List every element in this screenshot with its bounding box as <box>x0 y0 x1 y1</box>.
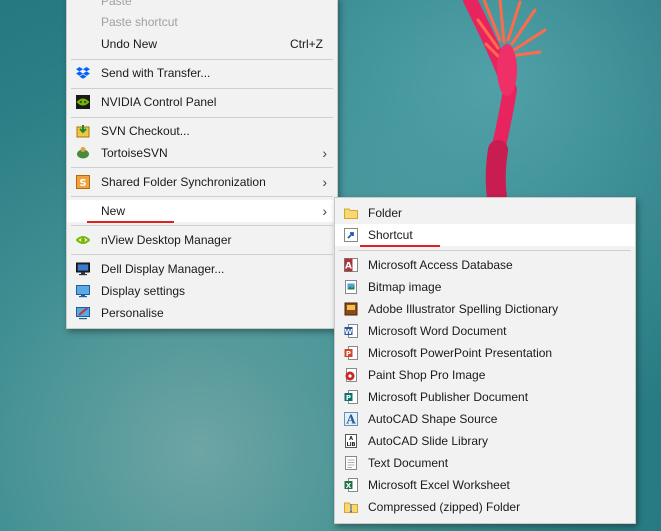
menu-separator <box>71 59 333 60</box>
svg-text:P: P <box>346 394 351 402</box>
svg-text:X: X <box>346 482 352 490</box>
autocad-shape-icon: A <box>344 412 358 426</box>
new-powerpoint-menu-item[interactable]: P Microsoft PowerPoint Presentation <box>335 342 635 364</box>
menu-separator <box>71 225 333 226</box>
new-folder-menu-item[interactable]: Folder <box>335 202 635 224</box>
menu-separator <box>71 88 333 89</box>
svg-text:P: P <box>346 350 351 358</box>
tortoisesvn-menu-item[interactable]: TortoiseSVN › <box>67 142 337 164</box>
svg-text:A: A <box>345 262 352 272</box>
desktop-context-menu: Paste Paste shortcut Undo New Ctrl+Z Sen… <box>66 0 338 329</box>
personalise-menu-item[interactable]: Personalise <box>67 302 337 324</box>
new-excel-worksheet-menu-item[interactable]: X Microsoft Excel Worksheet <box>335 474 635 496</box>
powerpoint-icon: P <box>344 346 358 360</box>
paste-shortcut-menu-item: Paste shortcut <box>101 15 178 29</box>
nvidia-control-panel-menu-item[interactable]: NVIDIA Control Panel <box>67 91 337 113</box>
new-submenu: Folder Shortcut A Microsoft Access Datab… <box>334 197 636 524</box>
shared-folder-sync-menu-item[interactable]: S Shared Folder Synchronization › <box>67 171 337 193</box>
personalise-icon <box>76 307 90 320</box>
new-shortcut-menu-item[interactable]: Shortcut <box>335 224 635 246</box>
annotation-underline <box>87 221 174 223</box>
annotation-underline <box>360 245 440 247</box>
send-with-transfer-menu-item[interactable]: Send with Transfer... <box>67 62 337 84</box>
new-compressed-folder-menu-item[interactable]: Compressed (zipped) Folder <box>335 496 635 518</box>
publisher-icon: P <box>344 390 358 404</box>
svg-text:S: S <box>79 178 86 189</box>
nvidia-icon <box>76 95 90 109</box>
dropbox-icon <box>76 67 90 79</box>
autocad-slide-icon: A LIB <box>345 434 357 448</box>
new-illustrator-dictionary-menu-item[interactable]: Adobe Illustrator Spelling Dictionary <box>335 298 635 320</box>
display-settings-icon <box>76 285 90 298</box>
menu-separator <box>71 196 333 197</box>
access-icon: A <box>344 258 358 272</box>
menu-separator <box>71 254 333 255</box>
dell-display-manager-menu-item[interactable]: Dell Display Manager... <box>67 258 337 280</box>
shared-folder-sync-icon: S <box>76 175 90 189</box>
shortcut-icon <box>344 228 358 242</box>
new-autocad-shape-menu-item[interactable]: A AutoCAD Shape Source <box>335 408 635 430</box>
text-document-icon <box>345 456 357 470</box>
paintshop-icon <box>345 368 357 382</box>
display-settings-menu-item[interactable]: Display settings <box>67 280 337 302</box>
bitmap-icon <box>345 280 357 294</box>
new-autocad-slide-library-menu-item[interactable]: A LIB AutoCAD Slide Library <box>335 430 635 452</box>
nview-icon <box>76 236 90 244</box>
nview-desktop-manager-menu-item[interactable]: nView Desktop Manager <box>67 229 337 251</box>
new-bitmap-image-menu-item[interactable]: Bitmap image <box>335 276 635 298</box>
menu-separator <box>339 250 631 251</box>
svn-checkout-icon <box>76 125 90 138</box>
new-word-document-menu-item[interactable]: W Microsoft Word Document <box>335 320 635 342</box>
svg-text:A: A <box>345 413 356 427</box>
svn-checkout-menu-item[interactable]: SVN Checkout... <box>67 120 337 142</box>
undo-new-menu-item[interactable]: Undo New Ctrl+Z <box>67 33 337 55</box>
new-access-database-menu-item[interactable]: A Microsoft Access Database <box>335 254 635 276</box>
undo-shortcut-hint: Ctrl+Z <box>290 37 323 51</box>
word-icon: W <box>344 324 358 338</box>
svg-text:W: W <box>345 328 353 336</box>
excel-icon: X <box>344 478 358 492</box>
chevron-right-icon: › <box>322 145 327 161</box>
new-paintshop-image-menu-item[interactable]: Paint Shop Pro Image <box>335 364 635 386</box>
tortoisesvn-icon <box>77 147 89 159</box>
chevron-right-icon: › <box>322 174 327 190</box>
menu-separator <box>71 167 333 168</box>
svg-text:LIB: LIB <box>347 442 356 448</box>
new-publisher-document-menu-item[interactable]: P Microsoft Publisher Document <box>335 386 635 408</box>
folder-icon <box>344 208 358 219</box>
monitor-icon <box>76 262 90 276</box>
zip-folder-icon <box>344 502 358 513</box>
menu-separator <box>71 117 333 118</box>
new-text-document-menu-item[interactable]: Text Document <box>335 452 635 474</box>
chevron-right-icon: › <box>322 203 327 219</box>
illustrator-dictionary-icon <box>344 302 358 316</box>
new-menu-item[interactable]: New › <box>67 200 337 222</box>
